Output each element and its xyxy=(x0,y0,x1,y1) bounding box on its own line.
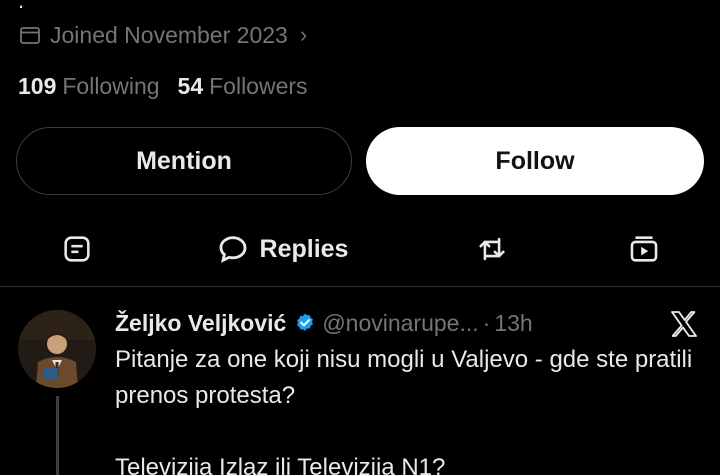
cropped-profile-text: . xyxy=(18,0,25,13)
repost-icon xyxy=(479,237,505,261)
tab-media[interactable] xyxy=(618,222,670,276)
joined-date[interactable]: Joined November 2023 › xyxy=(18,20,307,50)
reply-bubble-icon xyxy=(219,236,246,263)
posts-icon xyxy=(64,236,90,262)
meta-separator: · xyxy=(482,309,491,336)
tab-replies-label: Replies xyxy=(259,234,349,263)
tabs-divider xyxy=(0,286,720,287)
media-icon xyxy=(630,236,658,262)
follow-button[interactable]: Follow xyxy=(366,127,704,195)
tweet-text: Pitanje za one koji nisu mogli u Valjevo… xyxy=(115,342,715,475)
tweet-line-1: Pitanje za one koji nisu mogli u Valjevo… xyxy=(115,346,693,409)
mention-button[interactable]: Mention xyxy=(16,127,352,195)
author-name[interactable]: Željko Veljković xyxy=(115,310,286,337)
profile-tabs: Replies xyxy=(0,222,720,280)
avatar[interactable] xyxy=(18,310,96,388)
following-label[interactable]: Following xyxy=(62,73,159,100)
follow-stats: 109 Following 54 Followers xyxy=(18,70,326,102)
x-logo-icon xyxy=(671,311,697,337)
tweet-line-2: Televizija Izlaz ili Televizija N1? xyxy=(115,454,446,475)
tweet[interactable]: Željko Veljković @novinarupe... · 13h Pi… xyxy=(0,296,720,475)
thread-line xyxy=(56,396,59,475)
author-handle[interactable]: @novinarupe... xyxy=(322,310,478,337)
chevron-right-icon: › xyxy=(299,22,308,47)
followers-count[interactable]: 54 xyxy=(178,73,204,100)
tweet-time[interactable]: 13h xyxy=(494,310,532,337)
verified-badge-icon xyxy=(297,313,314,331)
joined-text: Joined November 2023 xyxy=(50,21,288,48)
following-count[interactable]: 109 xyxy=(18,73,56,100)
tab-reposts[interactable] xyxy=(466,222,518,276)
followers-label[interactable]: Followers xyxy=(209,73,307,100)
tweet-header: Željko Veljković @novinarupe... · 13h xyxy=(115,308,533,338)
avatar-photo-icon xyxy=(18,310,96,388)
calendar-icon xyxy=(20,27,40,44)
tab-posts[interactable] xyxy=(52,222,102,276)
tab-replies[interactable]: Replies xyxy=(204,222,360,276)
